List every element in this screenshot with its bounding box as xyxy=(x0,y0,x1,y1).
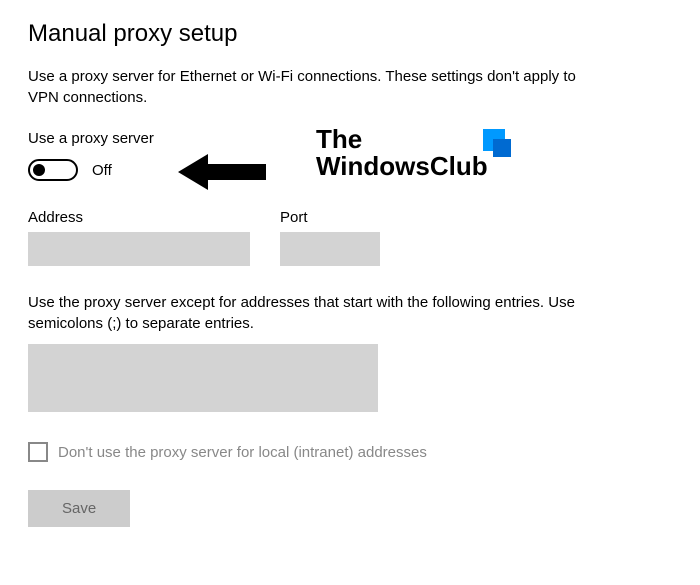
toggle-knob xyxy=(33,164,45,176)
use-proxy-label: Use a proxy server xyxy=(28,130,672,147)
address-label: Address xyxy=(28,209,250,226)
port-input[interactable] xyxy=(280,232,380,266)
address-input[interactable] xyxy=(28,232,250,266)
use-proxy-state: Off xyxy=(92,162,112,179)
exceptions-input[interactable] xyxy=(28,344,378,412)
proxy-description: Use a proxy server for Ethernet or Wi-Fi… xyxy=(28,66,588,108)
exceptions-description: Use the proxy server except for addresse… xyxy=(28,292,618,334)
local-bypass-label: Don't use the proxy server for local (in… xyxy=(58,444,427,461)
save-button[interactable]: Save xyxy=(28,490,130,527)
use-proxy-toggle[interactable] xyxy=(28,159,78,181)
port-label: Port xyxy=(280,209,380,226)
page-title: Manual proxy setup xyxy=(28,20,672,48)
local-bypass-checkbox[interactable] xyxy=(28,442,48,462)
